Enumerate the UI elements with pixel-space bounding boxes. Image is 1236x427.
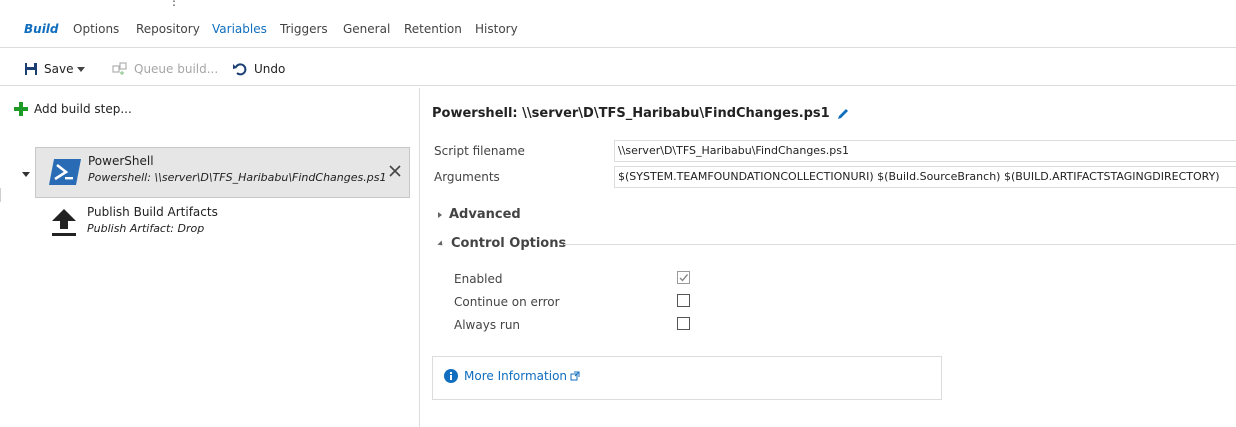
step-title: PowerShell [88, 154, 154, 168]
check-icon [679, 274, 689, 282]
script-filename-input[interactable]: \\server\D\TFS_Haribabu\FindChanges.ps1 [614, 140, 1236, 162]
remove-step-icon[interactable] [387, 163, 403, 179]
continue-on-error-label: Continue on error [454, 295, 560, 309]
panel-edge [0, 188, 3, 202]
save-button[interactable]: Save [24, 59, 86, 79]
step-subtitle: Powershell: \\server\D\TFS_Haribabu\Find… [88, 171, 387, 184]
tab-general[interactable]: General [343, 22, 390, 36]
upload-icon [52, 209, 76, 236]
save-label: Save [44, 62, 74, 76]
tab-triggers[interactable]: Triggers [280, 22, 328, 36]
tab-variables[interactable]: Variables [212, 22, 267, 36]
arguments-label: Arguments [434, 170, 500, 184]
step-title: Publish Build Artifacts [87, 205, 218, 219]
definition-tabs: Build Options Repository Variables Trigg… [0, 20, 1236, 48]
info-icon [444, 369, 458, 383]
divider [564, 244, 1236, 245]
script-filename-label: Script filename [434, 144, 525, 158]
more-information-label: More Information [464, 369, 568, 383]
external-link-icon [570, 371, 580, 381]
control-options-section-toggle[interactable]: Control Options [437, 236, 567, 251]
clipped-header-text: ⋮ [168, 0, 180, 8]
queue-build-icon [112, 62, 127, 75]
toolbar: Save Queue build... Undo [0, 50, 1236, 86]
always-run-label: Always run [454, 318, 521, 332]
tab-options[interactable]: Options [73, 22, 119, 36]
tab-repository[interactable]: Repository [136, 22, 200, 36]
collapse-caret-icon[interactable] [22, 172, 30, 177]
more-information-box: More Information [432, 356, 942, 400]
chevron-down-icon[interactable] [77, 66, 86, 72]
always-run-checkbox[interactable] [677, 317, 690, 330]
powershell-icon [49, 159, 81, 185]
undo-icon [233, 63, 247, 76]
add-build-step-button[interactable]: Add build step... [14, 102, 132, 116]
undo-button[interactable]: Undo [232, 59, 285, 79]
chevron-down-icon [437, 239, 445, 248]
arguments-input[interactable]: $(SYSTEM.TEAMFOUNDATIONCOLLECTIONURI) $(… [614, 166, 1236, 188]
queue-build-button[interactable]: Queue build... [112, 59, 218, 79]
tab-build[interactable]: Build [24, 22, 59, 36]
build-step-powershell[interactable]: PowerShell Powershell: \\server\D\TFS_Ha… [35, 147, 410, 198]
undo-label: Undo [254, 62, 286, 76]
build-steps-panel: Add build step... PowerShell Powershell:… [0, 88, 420, 427]
add-build-step-label: Add build step... [34, 102, 132, 116]
control-options-label: Control Options [451, 236, 567, 251]
advanced-label: Advanced [449, 207, 521, 222]
build-step-publish-artifacts[interactable]: Publish Build Artifacts Publish Artifact… [35, 199, 410, 250]
chevron-right-icon [438, 211, 442, 218]
edit-pencil-icon[interactable] [836, 107, 850, 121]
step-detail-panel: Powershell: \\server\D\TFS_Haribabu\Find… [421, 88, 1236, 427]
enabled-label: Enabled [454, 272, 503, 286]
save-icon [25, 63, 37, 75]
step-subtitle: Publish Artifact: Drop [87, 222, 205, 235]
tab-retention[interactable]: Retention [404, 22, 462, 36]
tab-history[interactable]: History [475, 22, 518, 36]
advanced-section-toggle[interactable]: Advanced [438, 207, 521, 222]
enabled-checkbox[interactable] [677, 271, 690, 284]
step-detail-title: Powershell: \\server\D\TFS_Haribabu\Find… [432, 106, 850, 121]
continue-on-error-checkbox[interactable] [677, 294, 690, 307]
plus-icon [14, 102, 28, 116]
more-information-link[interactable]: More Information [444, 369, 586, 383]
step-detail-title-text: Powershell: \\server\D\TFS_Haribabu\Find… [432, 106, 830, 121]
queue-build-label: Queue build... [134, 62, 219, 76]
